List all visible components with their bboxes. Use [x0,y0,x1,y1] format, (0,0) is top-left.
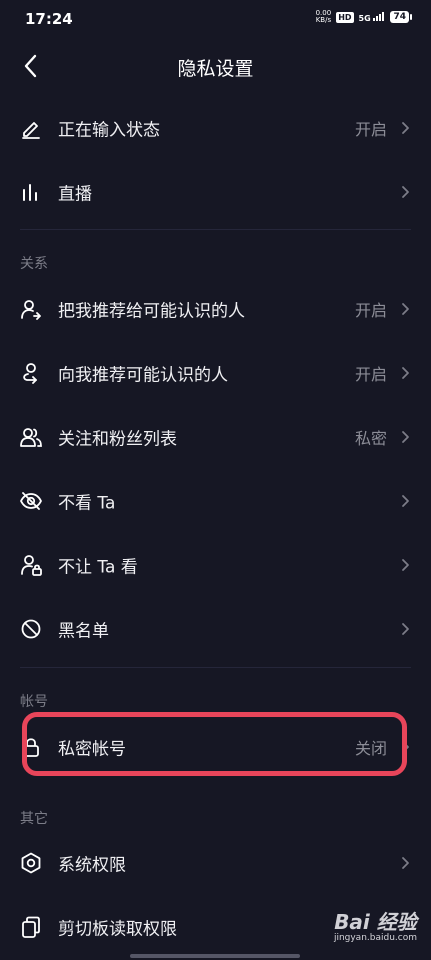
section-divider [20,229,411,230]
setting-value: 开启 [354,365,387,384]
signal-bars-icon [373,11,385,21]
status-bar: 17:24 0.00 KB/s HD 5G 74 [0,0,431,40]
chevron-right-icon [402,857,409,869]
setting-row-hide-from[interactable]: 不看 Ta [0,473,431,529]
chevron-right-icon [402,367,409,379]
setting-label: 不看 Ta [58,493,116,514]
chevron-right-icon [402,623,409,635]
live-bars-icon [23,184,37,201]
chevron-right-icon [402,559,409,571]
lock-icon [23,738,39,757]
status-time: 17:24 [25,10,73,28]
setting-row-recommend-me[interactable]: 把我推荐给可能认识的人 开启 [0,281,431,337]
setting-value: 开启 [354,120,387,139]
setting-row-live[interactable]: 直播 [0,164,431,220]
battery-icon: 74 [390,11,412,23]
setting-label: 直播 [58,184,92,205]
setting-label: 把我推荐给可能认识的人 [58,301,245,322]
eye-off-icon [20,492,42,510]
home-indicator[interactable] [130,954,300,958]
status-icons: 0.00 KB/s HD 5G 74 [316,10,412,24]
block-icon [21,619,41,639]
signal-icon: 5G [358,11,386,23]
network-speed: 0.00 KB/s [316,10,332,24]
people-icon [20,428,42,447]
setting-row-system-permissions[interactable]: 系统权限 [0,835,431,891]
setting-label: 私密帐号 [58,739,126,760]
setting-value: 关闭 [354,739,387,758]
chevron-right-icon [402,741,409,753]
setting-row-follow-list[interactable]: 关注和粉丝列表 私密 [0,409,431,465]
setting-value: 私密 [354,429,387,448]
watermark-url: jingyan.baidu.com [333,933,417,943]
setting-label: 黑名单 [58,621,109,642]
pencil-icon [22,122,40,139]
setting-row-block-viewing[interactable]: 不让 Ta 看 [0,537,431,593]
setting-row-blacklist[interactable]: 黑名单 [0,601,431,657]
chevron-right-icon [402,186,409,198]
clipboard-icon [22,916,40,938]
baidu-watermark: Bai 经验 jingyan.baidu.com [334,906,417,943]
section-header-account: 帐号 [20,694,48,710]
signal-label: 5G [358,13,371,23]
setting-row-typing-status[interactable]: 正在输入状态 开启 [0,100,431,156]
watermark-logo: Bai 经验 [334,910,417,934]
hexagon-settings-icon [21,852,41,874]
nav-bar: 隐私设置 [0,40,431,92]
setting-value: 开启 [354,301,387,320]
network-speed-unit: KB/s [315,16,332,24]
chevron-right-icon [402,495,409,507]
recommend-person-icon [23,363,37,384]
setting-label: 不让 Ta 看 [58,557,138,578]
setting-label: 向我推荐可能认识的人 [58,365,228,386]
section-header-other: 其它 [20,811,48,827]
setting-row-private-account[interactable]: 私密帐号 关闭 [0,719,431,775]
share-person-icon [21,300,41,320]
setting-label: 正在输入状态 [58,120,160,141]
setting-row-recommend-to-me[interactable]: 向我推荐可能认识的人 开启 [0,345,431,401]
section-divider [20,667,411,668]
setting-label: 系统权限 [58,855,126,876]
page-title: 隐私设置 [177,58,254,80]
chevron-right-icon [402,303,409,315]
setting-label: 关注和粉丝列表 [58,429,177,450]
hd-icon: HD [336,11,354,23]
section-header-relations: 关系 [20,256,48,272]
person-lock-icon [21,555,42,576]
setting-label: 剪切板读取权限 [58,919,177,940]
chevron-right-icon [402,431,409,443]
chevron-right-icon [402,122,409,134]
